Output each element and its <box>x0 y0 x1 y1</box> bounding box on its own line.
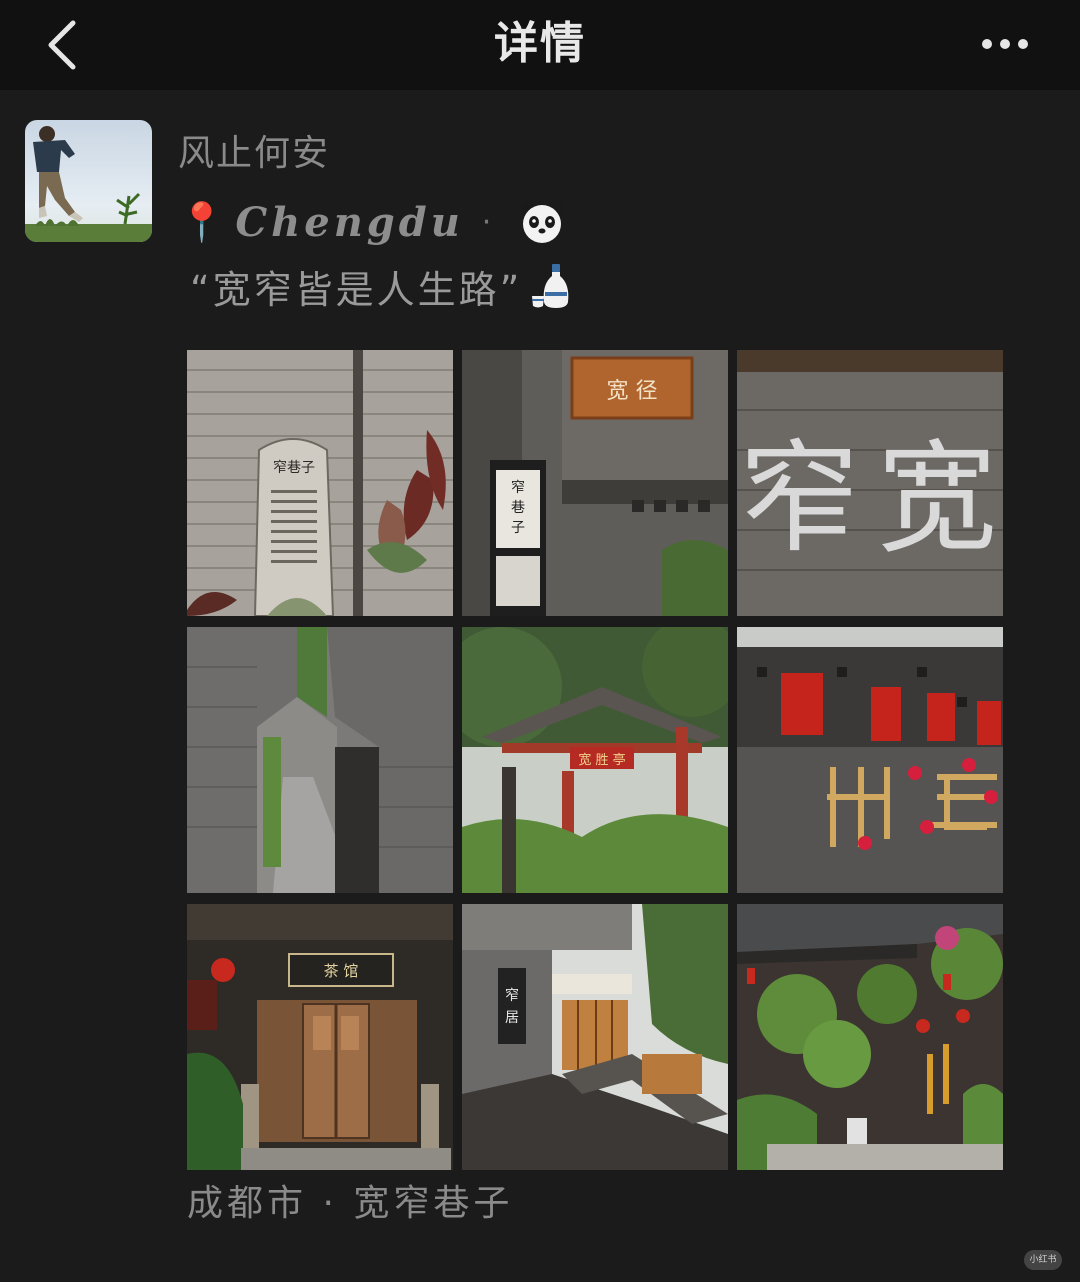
more-button[interactable] <box>970 22 1040 66</box>
wall-char-right: 宽 <box>877 430 997 569</box>
more-dot <box>1018 39 1028 49</box>
location-tag: Chengdu <box>235 198 464 246</box>
photo-1[interactable]: 窄巷子 <box>187 350 453 616</box>
sake-bottle-icon <box>532 264 569 308</box>
more-dot <box>1000 39 1010 49</box>
caption-quote: “宽窄皆是人生路” <box>190 267 523 312</box>
photo-9[interactable] <box>737 904 1003 1170</box>
photo-5[interactable]: 宽 胜 亭 <box>462 627 728 893</box>
watermark-logo: 小红书 <box>1024 1250 1062 1270</box>
photo-6[interactable] <box>737 627 1003 893</box>
pavilion-sign: 宽 胜 亭 <box>578 752 625 768</box>
photo-4[interactable] <box>187 627 453 893</box>
detail-screen: 详情 风止何安 📍 Chengdu · “宽窄皆是人生路” 窄巷子 宽 径 窄 … <box>0 0 1080 1282</box>
vertical-sign-2: 巷 <box>511 500 525 516</box>
photo-3[interactable]: 窄 宽 <box>737 350 1003 616</box>
photo-grid: 窄巷子 宽 径 窄 巷 子 窄 宽 宽 胜 亭 茶 馆 窄 居 <box>187 350 1003 1170</box>
photo-8[interactable]: 窄 居 <box>462 904 728 1170</box>
zhaiju-char-2: 居 <box>505 1010 519 1026</box>
author-avatar[interactable] <box>25 120 152 242</box>
location-line: 📍 Chengdu · 🐼 <box>178 190 565 254</box>
panda-icon <box>521 201 564 243</box>
avatar-image <box>25 120 152 242</box>
photo-2[interactable]: 宽 径 窄 巷 子 <box>462 350 728 616</box>
vertical-sign-3: 子 <box>511 520 525 536</box>
wall-char-left: 窄 <box>739 430 859 569</box>
zhaiju-char-1: 窄 <box>505 987 519 1004</box>
post-location[interactable]: 成都市 · 宽窄巷子 <box>187 1176 513 1232</box>
pin-icon: 📍 <box>178 199 226 244</box>
photo-7[interactable]: 茶 馆 <box>187 904 453 1170</box>
author-name[interactable]: 风止何安 <box>178 130 330 178</box>
door-sign: 茶 馆 <box>324 962 359 980</box>
caption-line: “宽窄皆是人生路” 🍶 <box>190 258 574 314</box>
more-dots-icon <box>982 39 992 49</box>
stele-title: 窄巷子 <box>273 459 315 476</box>
vertical-sign-1: 窄 <box>511 479 525 496</box>
kuanxiang-sign: 宽 径 <box>607 379 658 404</box>
page-title: 详情 <box>494 18 586 69</box>
location-separator: · <box>481 204 492 240</box>
top-navbar: 详情 <box>0 0 1080 90</box>
